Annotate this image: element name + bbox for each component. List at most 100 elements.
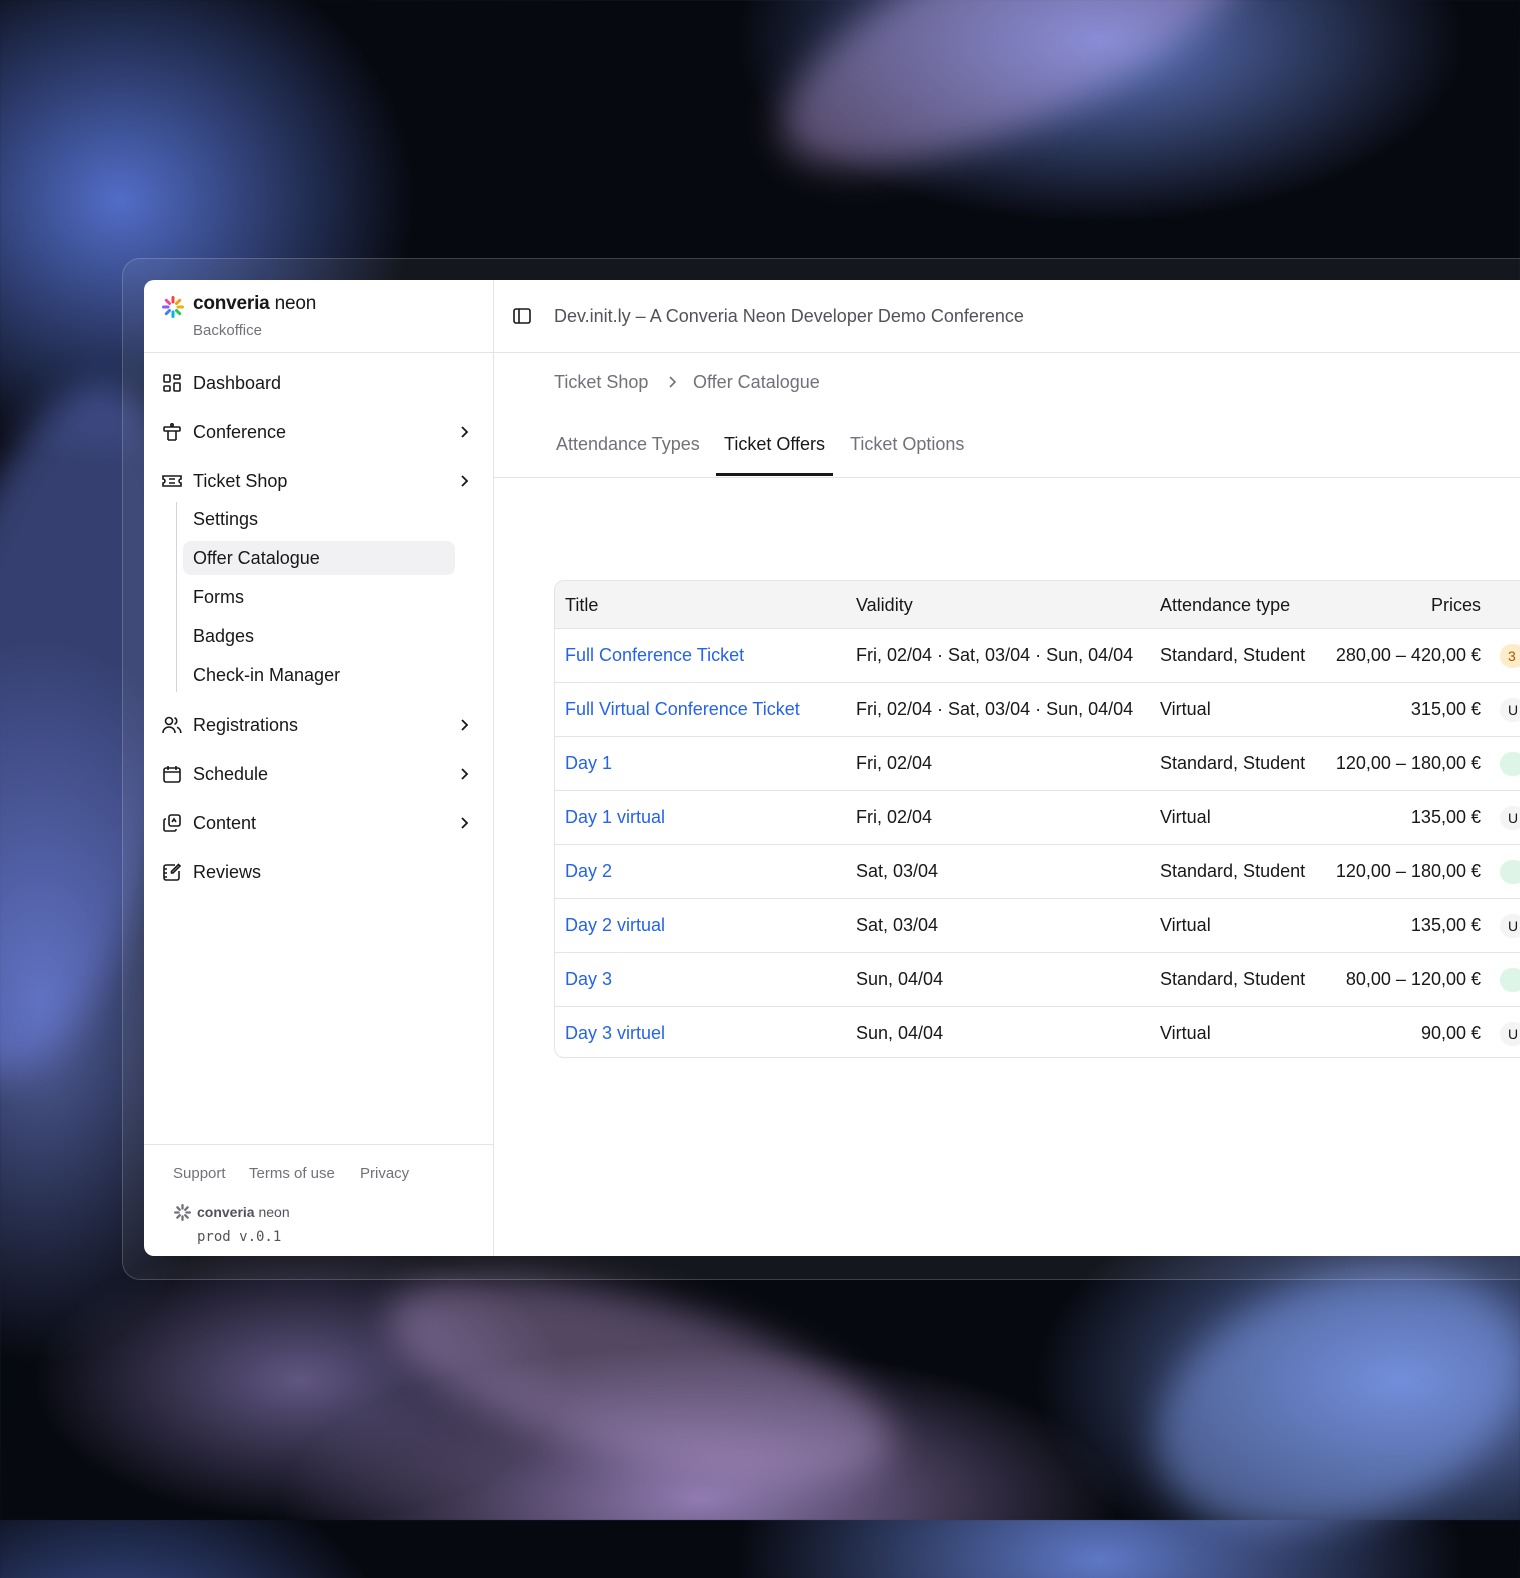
table-row[interactable]: Day 3 virtuel Sun, 04/04 Virtual 90,00 € U bbox=[555, 1007, 1520, 1057]
column-header-prices[interactable]: Prices bbox=[1390, 595, 1481, 616]
support-link[interactable]: Support bbox=[173, 1165, 226, 1182]
offer-title-link[interactable]: Full Conference Ticket bbox=[565, 645, 744, 666]
table-row[interactable]: Day 1 Fri, 02/04 Standard, Student 120,00 –… bbox=[555, 737, 1520, 791]
sidebar-subitem-settings[interactable]: Settings bbox=[183, 502, 455, 536]
tab-ticket-offers[interactable]: Ticket Offers bbox=[716, 434, 834, 476]
offer-prices: 315,00 € bbox=[1410, 699, 1481, 719]
sidebar-subitem-label: Check-in Manager bbox=[193, 664, 341, 685]
offer-attendance-type: Virtual bbox=[1160, 1023, 1211, 1043]
status-badge bbox=[1500, 860, 1520, 884]
status-badge: U bbox=[1500, 806, 1520, 830]
sidebar-item-registrations[interactable]: Registrations bbox=[162, 709, 474, 741]
offer-attendance-type: Standard, Student bbox=[1160, 861, 1306, 881]
table-row[interactable]: Day 3 Sun, 04/04 Standard, Student 80,00 – … bbox=[555, 953, 1520, 1007]
offer-validity: Fri, 02/04 bbox=[856, 753, 933, 773]
version-label: prod v.0.1 bbox=[197, 1229, 282, 1245]
offer-validity: Fri, 02/04 · Sat, 03/04 · Sun, 04/04 bbox=[856, 699, 1134, 719]
sidebar-toggle-icon[interactable] bbox=[512, 306, 532, 326]
chevron-right-icon[interactable] bbox=[454, 715, 474, 735]
status-badge: 3 bbox=[1500, 644, 1520, 668]
sidebar-subitem-badges[interactable]: Badges bbox=[183, 619, 455, 653]
sidebar-subitem-offer-catalogue[interactable]: Offer Catalogue bbox=[183, 541, 455, 575]
table-row[interactable]: Day 2 virtual Sat, 03/04 Virtual 135,00 € U bbox=[555, 899, 1520, 953]
sidebar-subitem-label: Badges bbox=[193, 625, 255, 646]
status-badge bbox=[1500, 752, 1520, 776]
offer-attendance-type: Virtual bbox=[1160, 807, 1211, 827]
sidebar: converia neon Backoffice Dashboard Confe… bbox=[144, 280, 494, 1256]
review-icon bbox=[162, 862, 182, 882]
sidebar-item-schedule[interactable]: Schedule bbox=[162, 758, 474, 790]
sidebar-item-conference[interactable]: Conference bbox=[162, 416, 474, 448]
sidebar-item-label: Conference bbox=[193, 421, 287, 442]
sidebar-item-label: Content bbox=[193, 812, 257, 833]
terms-link[interactable]: Terms of use bbox=[249, 1165, 335, 1182]
offer-prices: 90,00 € bbox=[1420, 1023, 1481, 1043]
chevron-right-icon[interactable] bbox=[454, 813, 474, 833]
dashboard-icon bbox=[162, 373, 182, 393]
offer-validity: Sat, 03/04 bbox=[856, 915, 939, 935]
offer-attendance-type: Standard, Student bbox=[1160, 753, 1306, 773]
status-badge: U bbox=[1500, 1022, 1520, 1046]
tab-ticket-options[interactable]: Ticket Options bbox=[842, 434, 972, 476]
breadcrumb-offer-catalogue: Offer Catalogue bbox=[693, 372, 820, 392]
status-badge: U bbox=[1500, 914, 1520, 938]
ticket-icon bbox=[162, 471, 182, 491]
table-row[interactable]: Day 1 virtual Fri, 02/04 Virtual 135,00 € U bbox=[555, 791, 1520, 845]
brand-subtitle: Backoffice bbox=[193, 322, 262, 339]
calendar-icon bbox=[162, 764, 182, 784]
chevron-right-icon bbox=[669, 376, 677, 388]
tab-attendance-types[interactable]: Attendance Types bbox=[548, 434, 708, 476]
copy-icon bbox=[162, 813, 182, 833]
sidebar-footer: Support Terms of use Privacy converia ne… bbox=[144, 1144, 494, 1256]
sidebar-item-label: Registrations bbox=[193, 714, 299, 735]
offer-title-link[interactable]: Day 2 virtual bbox=[565, 915, 665, 936]
sidebar-item-label: Reviews bbox=[193, 861, 262, 882]
converia-logo-icon bbox=[162, 296, 184, 318]
sidebar-subitem-label: Offer Catalogue bbox=[193, 547, 320, 568]
column-header-attendance-type[interactable]: Attendance type bbox=[1160, 595, 1290, 616]
sidebar-subitem-forms[interactable]: Forms bbox=[183, 580, 455, 614]
sidebar-item-dashboard[interactable]: Dashboard bbox=[162, 367, 474, 399]
table-header: Title Validity Attendance type Prices bbox=[555, 581, 1520, 629]
table-row[interactable]: Full Conference Ticket Fri, 02/04 · Sat, … bbox=[555, 629, 1520, 683]
column-header-title[interactable]: Title bbox=[565, 595, 598, 616]
chevron-right-icon[interactable] bbox=[454, 471, 474, 491]
chevron-right-icon[interactable] bbox=[454, 764, 474, 784]
offer-prices: 80,00 – 120,00 € bbox=[1345, 969, 1481, 989]
offer-validity: Fri, 02/04 bbox=[856, 807, 933, 827]
offer-prices: 280,00 – 420,00 € bbox=[1335, 645, 1481, 665]
offer-attendance-type: Virtual bbox=[1160, 915, 1211, 935]
column-header-validity[interactable]: Validity bbox=[856, 595, 913, 616]
conference-title: Dev.init.ly – A Converia Neon Developer … bbox=[554, 306, 1024, 326]
offer-title-link[interactable]: Day 3 bbox=[565, 969, 612, 990]
sidebar-subitem-check-in-manager[interactable]: Check-in Manager bbox=[183, 658, 455, 692]
app-window: converia neon Backoffice Dashboard Confe… bbox=[144, 280, 1520, 1256]
brand-header: converia neon Backoffice bbox=[144, 280, 493, 353]
offer-title-link[interactable]: Day 1 bbox=[565, 753, 612, 774]
offer-prices: 120,00 – 180,00 € bbox=[1335, 861, 1481, 881]
offer-title-link[interactable]: Day 2 bbox=[565, 861, 612, 882]
sidebar-item-label: Ticket Shop bbox=[193, 470, 288, 491]
status-badge: U bbox=[1500, 698, 1520, 722]
privacy-link[interactable]: Privacy bbox=[360, 1165, 409, 1182]
offer-title-link[interactable]: Day 1 virtual bbox=[565, 807, 665, 828]
sidebar-item-content[interactable]: Content bbox=[162, 807, 474, 839]
offer-title-link[interactable]: Full Virtual Conference Ticket bbox=[565, 699, 800, 720]
footer-brand: converia neon bbox=[197, 1204, 290, 1220]
table-row[interactable]: Full Virtual Conference Ticket Fri, 02/04… bbox=[555, 683, 1520, 737]
users-icon bbox=[162, 715, 182, 735]
offer-validity: Sat, 03/04 bbox=[856, 861, 939, 881]
sidebar-item-ticket-shop[interactable]: Ticket Shop bbox=[162, 465, 474, 497]
offer-title-link[interactable]: Day 3 virtuel bbox=[565, 1023, 665, 1044]
brand-name: converia neon bbox=[193, 293, 317, 314]
podium-icon bbox=[162, 422, 182, 442]
offer-prices: 135,00 € bbox=[1410, 915, 1481, 935]
chevron-right-icon[interactable] bbox=[454, 422, 474, 442]
offer-prices: 120,00 – 180,00 € bbox=[1335, 753, 1481, 773]
breadcrumb-ticket-shop[interactable]: Ticket Shop bbox=[554, 372, 648, 393]
offer-attendance-type: Standard, Student bbox=[1160, 645, 1306, 665]
ticket-offers-table: Title Validity Attendance type Prices Fu… bbox=[554, 580, 1520, 1058]
offer-prices: 135,00 € bbox=[1410, 807, 1481, 827]
table-row[interactable]: Day 2 Sat, 03/04 Standard, Student 120,00 –… bbox=[555, 845, 1520, 899]
sidebar-item-reviews[interactable]: Reviews bbox=[162, 856, 474, 888]
